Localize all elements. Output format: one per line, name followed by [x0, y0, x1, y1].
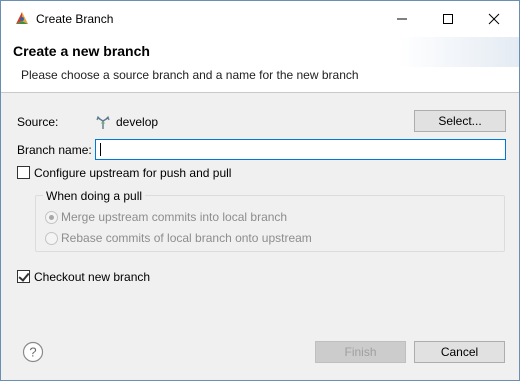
header-decoration	[399, 37, 519, 67]
eclipse-git-app-icon	[16, 12, 28, 24]
svg-text:?: ?	[29, 345, 36, 360]
branch-icon	[96, 115, 110, 129]
window-title: Create Branch	[36, 12, 114, 26]
select-source-button[interactable]: Select...	[414, 110, 506, 132]
close-icon	[488, 13, 500, 25]
checkout-checkbox[interactable]	[17, 270, 30, 283]
finish-button[interactable]: Finish	[315, 341, 406, 363]
text-caret	[100, 143, 101, 156]
close-button[interactable]	[471, 1, 517, 37]
page-title: Create a new branch	[13, 43, 150, 59]
maximize-button[interactable]	[425, 1, 471, 37]
title-bar: Create Branch	[1, 1, 519, 37]
help-icon[interactable]: ?	[22, 341, 44, 363]
merge-option-label: Merge upstream commits into local branch	[61, 210, 288, 224]
minimize-button[interactable]	[379, 1, 425, 37]
create-branch-dialog: Create Branch Create a new branch Please…	[0, 0, 520, 381]
maximize-icon	[443, 14, 453, 24]
checkout-label[interactable]: Checkout new branch	[34, 270, 150, 284]
pull-group-title: When doing a pull	[43, 189, 146, 203]
cancel-button[interactable]: Cancel	[414, 341, 505, 363]
page-description: Please choose a source branch and a name…	[21, 68, 359, 82]
configure-upstream-label[interactable]: Configure upstream for push and pull	[34, 166, 231, 180]
configure-upstream-checkbox[interactable]	[17, 166, 30, 179]
branch-name-input[interactable]	[95, 139, 506, 160]
source-label: Source:	[17, 115, 59, 129]
branch-name-label: Branch name:	[17, 143, 92, 157]
minimize-icon	[397, 18, 407, 20]
merge-radio[interactable]	[45, 211, 58, 224]
source-branch-value: develop	[116, 115, 159, 129]
wizard-header: Create a new branch Please choose a sour…	[1, 37, 519, 93]
rebase-radio[interactable]	[45, 232, 58, 245]
rebase-option-label: Rebase commits of local branch onto upst…	[61, 231, 312, 245]
